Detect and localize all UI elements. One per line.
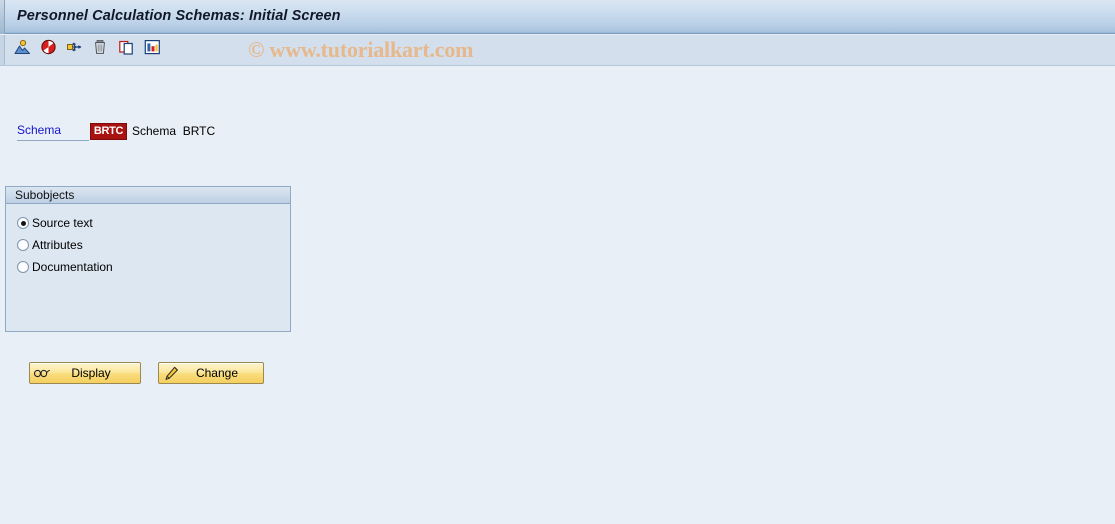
ball-help-icon[interactable]	[39, 38, 57, 56]
window-title-bar: Personnel Calculation Schemas: Initial S…	[0, 0, 1115, 34]
subobjects-group-title: Subobjects	[5, 186, 291, 204]
radio-attributes[interactable]: Attributes	[17, 234, 113, 256]
work-area: Schema BRTC Schema BRTC Create Subobject…	[0, 66, 1115, 524]
radio-documentation[interactable]: Documentation	[17, 256, 113, 278]
radio-documentation-label: Documentation	[32, 260, 113, 274]
application-toolbar	[0, 35, 1115, 66]
subobjects-radio-group: Source text Attributes Documentation	[17, 212, 113, 278]
display-button-label: Display	[71, 366, 111, 380]
radio-mark-icon	[17, 217, 29, 229]
watermark-text: © www.tutorialkart.com	[248, 37, 474, 62]
toolbar-left-edge	[0, 35, 5, 65]
change-button[interactable]: Change	[158, 362, 264, 384]
overview-icon[interactable]	[13, 38, 31, 56]
radio-mark-icon	[17, 239, 29, 251]
schema-field-label: Schema	[17, 123, 89, 141]
toolbar-icon-group	[13, 38, 161, 56]
schema-input[interactable]: BRTC	[90, 123, 127, 140]
pencil-icon	[159, 366, 183, 381]
copy-icon[interactable]	[117, 38, 135, 56]
change-button-label: Change	[195, 366, 239, 380]
title-bar-left-edge	[0, 0, 5, 34]
radio-source-text[interactable]: Source text	[17, 212, 113, 234]
page-title: Personnel Calculation Schemas: Initial S…	[17, 8, 341, 24]
display-button[interactable]: Display	[29, 362, 141, 384]
radio-mark-icon	[17, 261, 29, 273]
radio-attributes-label: Attributes	[32, 238, 83, 252]
bar-chart-icon[interactable]	[143, 38, 161, 56]
radio-source-text-label: Source text	[32, 216, 93, 230]
eyeglasses-icon	[30, 367, 54, 380]
move-arrows-icon[interactable]	[65, 38, 83, 56]
schema-description-text: Schema BRTC	[132, 124, 216, 138]
delete-trash-icon[interactable]	[91, 38, 109, 56]
